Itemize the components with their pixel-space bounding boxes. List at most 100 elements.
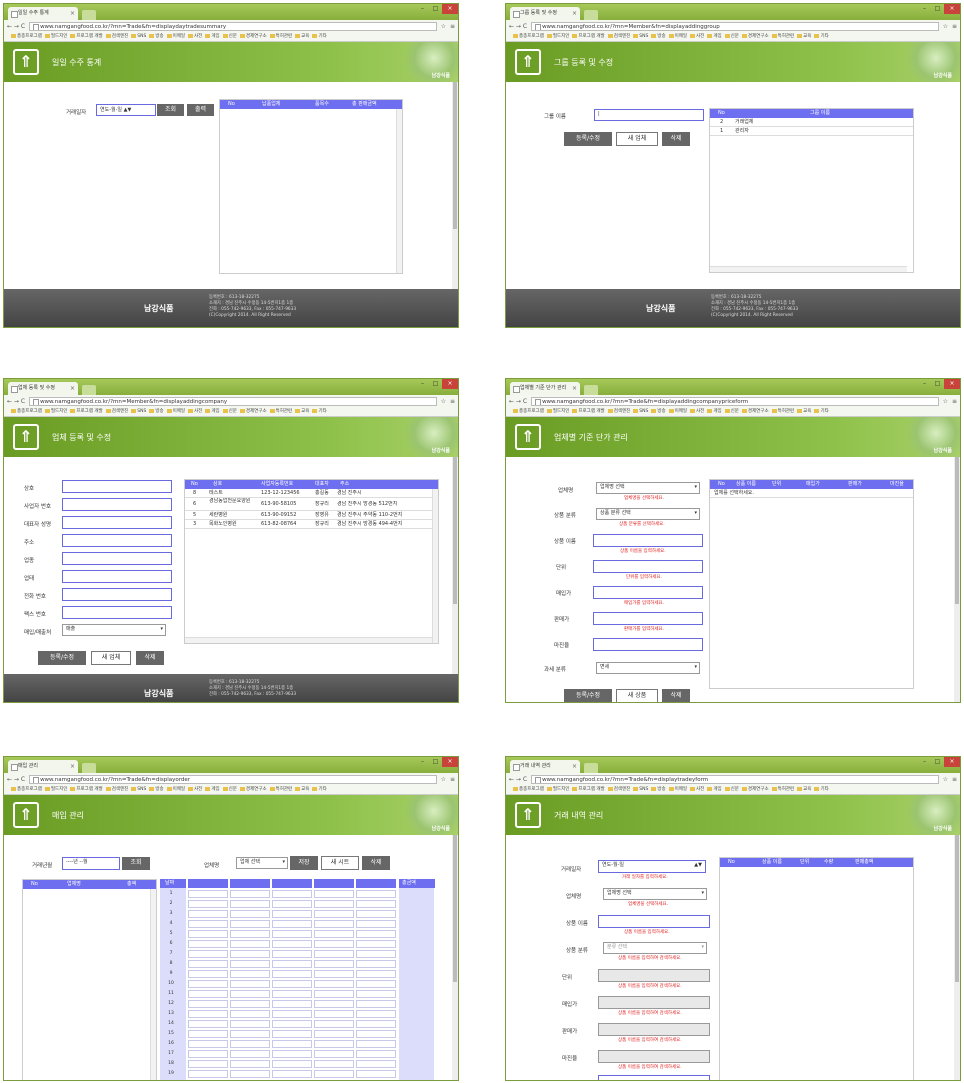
bookmark-item[interactable]: 총종프로그램: [519, 787, 544, 792]
bookmark-item[interactable]: 경제연구소: [748, 409, 769, 414]
sheet-cell-input[interactable]: [356, 960, 396, 968]
nav-buttons[interactable]: ← → C: [509, 23, 527, 30]
bookmark-item[interactable]: 검색엔진: [112, 409, 129, 414]
sheet-cell-input[interactable]: [272, 1050, 312, 1058]
browser-tab[interactable]: 그룹 등록 및 수정 ×: [510, 7, 580, 20]
sheet-cell-input[interactable]: [188, 920, 228, 928]
bookmark-item[interactable]: 기타: [820, 34, 828, 39]
home-logo-icon[interactable]: ⇑: [13, 802, 39, 828]
unit-input[interactable]: [593, 560, 703, 573]
menu-icon[interactable]: ≡: [952, 23, 957, 30]
bookmark-item[interactable]: 사전: [696, 34, 704, 39]
extra-input[interactable]: [598, 1075, 710, 1080]
bookmark-item[interactable]: 사전: [696, 787, 704, 792]
period-input[interactable]: ----년 --월: [62, 857, 120, 870]
menu-icon[interactable]: ≡: [450, 398, 455, 405]
bookmark-item[interactable]: 이메일: [675, 787, 687, 792]
star-icon[interactable]: ☆: [441, 23, 446, 30]
bookmark-item[interactable]: 신문: [731, 787, 739, 792]
sheet-cell-input[interactable]: [314, 920, 354, 928]
bookmark-item[interactable]: 이메일: [675, 34, 687, 39]
scrollbar[interactable]: [396, 109, 402, 273]
sheet-cell-input[interactable]: [272, 1060, 312, 1068]
bookmark-item[interactable]: SNS: [639, 34, 648, 39]
table-row[interactable]: 2 거래업체: [710, 118, 913, 127]
sheet-cell-input[interactable]: [230, 1010, 270, 1018]
sheet-cell-input[interactable]: [230, 1040, 270, 1048]
bookmark-item[interactable]: 프로그램 개발: [76, 34, 102, 39]
sheet-cell-input[interactable]: [272, 900, 312, 908]
sheet-cell-input[interactable]: [272, 1000, 312, 1008]
bookmark-item[interactable]: 사전: [696, 409, 704, 414]
bookmark-item[interactable]: 게임: [713, 409, 721, 414]
sheet-cell-input[interactable]: [314, 1010, 354, 1018]
nav-buttons[interactable]: ← → C: [7, 776, 25, 783]
bookmark-item[interactable]: 필드지인: [553, 787, 570, 792]
sheet-cell-input[interactable]: [356, 1040, 396, 1048]
bookmark-item[interactable]: SNS: [639, 787, 648, 792]
bookmark-item[interactable]: 게임: [211, 787, 219, 792]
margin-input[interactable]: [598, 1050, 710, 1063]
address-bar[interactable]: www.namgangfood.co.kr/?mn=Member&fn=disp…: [29, 396, 437, 406]
sheet-cell-input[interactable]: [314, 910, 354, 918]
sheet-cell-input[interactable]: [230, 920, 270, 928]
bookmark-item[interactable]: 경제연구소: [246, 409, 267, 414]
company-name-input[interactable]: [62, 480, 172, 493]
sheet-cell-input[interactable]: [314, 940, 354, 948]
close-tab-icon[interactable]: ×: [572, 382, 577, 395]
bookmark-item[interactable]: 검색엔진: [112, 34, 129, 39]
date-input[interactable]: 연도-월-일 ▲▼: [598, 860, 706, 873]
bookmark-item[interactable]: 필드지인: [51, 409, 68, 414]
tax-select[interactable]: 면세: [596, 662, 700, 674]
menu-icon[interactable]: ≡: [952, 398, 957, 405]
business-type-input[interactable]: [62, 570, 172, 583]
sheet-cell-input[interactable]: [272, 1070, 312, 1078]
sheet-cell-input[interactable]: [314, 900, 354, 908]
unit-input[interactable]: [598, 969, 710, 982]
menu-icon[interactable]: ≡: [450, 23, 455, 30]
table-row[interactable]: 8 테스트 123-12-123456 홍길동 경남 진주시: [185, 489, 438, 498]
bookmark-item[interactable]: 프로그램 개발: [578, 34, 604, 39]
page-scrollbar[interactable]: [954, 457, 960, 702]
new-tab-button[interactable]: [584, 10, 598, 20]
sheet-cell-input[interactable]: [356, 1020, 396, 1028]
minimize-icon[interactable]: –: [918, 757, 931, 767]
browser-tab[interactable]: 매입 관리 ×: [8, 760, 78, 773]
bookmark-item[interactable]: 교육: [803, 787, 811, 792]
browser-tab[interactable]: 일일 수주 통계 ×: [8, 7, 78, 20]
ceo-name-input[interactable]: [62, 516, 172, 529]
bookmark-item[interactable]: 방송: [657, 34, 665, 39]
close-window-icon[interactable]: ×: [944, 4, 960, 14]
bookmark-item[interactable]: 총종프로그램: [17, 34, 42, 39]
sheet-cell-input[interactable]: [188, 990, 228, 998]
menu-icon[interactable]: ≡: [450, 776, 455, 783]
bookmark-item[interactable]: 이메일: [173, 409, 185, 414]
sheet-cell-input[interactable]: [356, 890, 396, 898]
close-window-icon[interactable]: ×: [944, 757, 960, 767]
bookmark-item[interactable]: 프로그램 개발: [578, 409, 604, 414]
star-icon[interactable]: ☆: [441, 776, 446, 783]
sheet-cell-input[interactable]: [314, 890, 354, 898]
bookmark-item[interactable]: 방송: [155, 409, 163, 414]
bookmark-item[interactable]: 교육: [803, 409, 811, 414]
maximize-icon[interactable]: □: [429, 379, 442, 389]
bookmark-item[interactable]: SNS: [137, 409, 146, 414]
browser-tab[interactable]: 거래 내역 관리 ×: [510, 760, 580, 773]
save-button[interactable]: 저장: [290, 856, 318, 870]
sheet-cell-input[interactable]: [230, 930, 270, 938]
bookmark-item[interactable]: 경제연구소: [246, 787, 267, 792]
save-button[interactable]: 등록/수정: [564, 689, 612, 702]
horizontal-scrollbar[interactable]: [185, 637, 432, 643]
save-button[interactable]: 등록/수정: [564, 132, 612, 146]
home-logo-icon[interactable]: ⇑: [13, 49, 39, 75]
sheet-cell-input[interactable]: [314, 980, 354, 988]
delete-button[interactable]: 삭제: [662, 132, 690, 146]
sheet-cell-input[interactable]: [356, 940, 396, 948]
bookmark-item[interactable]: 특허관련: [276, 409, 293, 414]
bookmark-item[interactable]: 이메일: [675, 409, 687, 414]
company-select[interactable]: 업체명 선택: [603, 888, 707, 900]
sheet-cell-input[interactable]: [188, 1030, 228, 1038]
sheet-cell-input[interactable]: [314, 960, 354, 968]
bookmark-item[interactable]: 방송: [155, 34, 163, 39]
maximize-icon[interactable]: □: [429, 4, 442, 14]
